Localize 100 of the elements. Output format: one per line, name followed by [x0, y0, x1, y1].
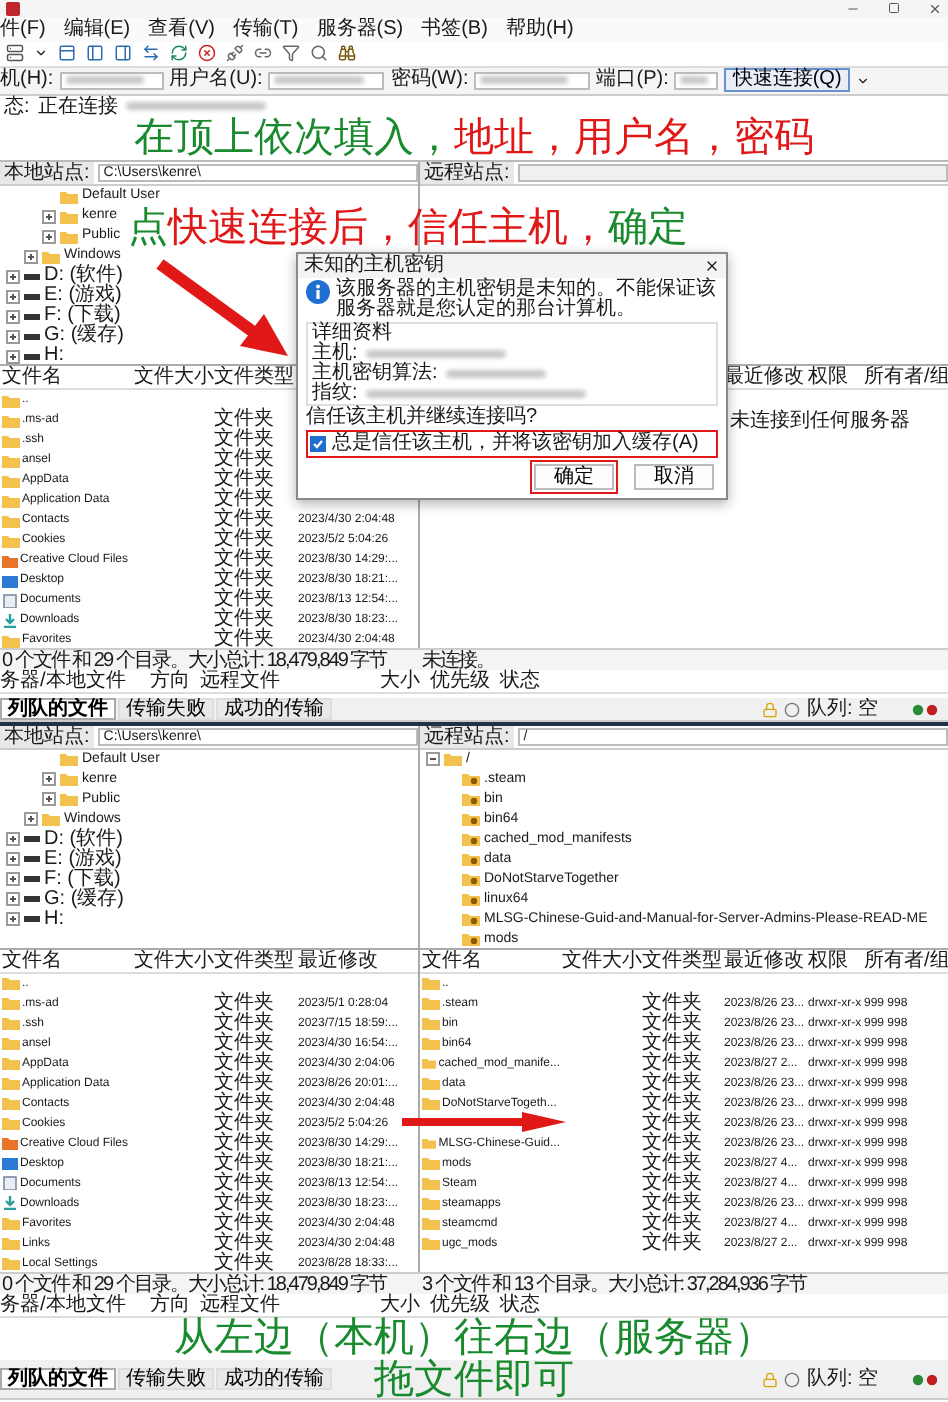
expand-icon[interactable] — [6, 289, 20, 304]
site-label: 远程站点: — [420, 162, 514, 185]
file-type: 文件夹 — [640, 1093, 704, 1114]
maximize-icon[interactable] — [888, 2, 900, 15]
menu-item[interactable]: 服务器(S) — [316, 17, 404, 42]
file-type: 文件夹 — [212, 1113, 276, 1134]
menu-item[interactable]: 编辑(E) — [63, 17, 131, 42]
panel-icon[interactable] — [58, 44, 76, 63]
caret-icon[interactable] — [855, 73, 870, 88]
menu-item[interactable]: 查看(V) — [148, 17, 215, 42]
disconnect-icon[interactable] — [226, 44, 244, 63]
field-label: 密码(W): — [390, 68, 469, 93]
server-icon[interactable] — [6, 44, 24, 63]
column-header[interactable]: 状态 — [500, 1293, 948, 1316]
unknown-folder-icon — [462, 912, 480, 927]
tree-item[interactable]: F: (下载) — [44, 869, 121, 890]
column-header[interactable]: 务器/本地文件 — [0, 1293, 150, 1316]
column-header[interactable]: 远程文件 — [200, 670, 380, 693]
expand-icon[interactable] — [6, 309, 20, 324]
menu-item[interactable]: 件(F) — [0, 17, 46, 42]
tree-item[interactable]: D: (软件) — [44, 829, 123, 850]
tab[interactable]: 成功的传输 — [216, 1368, 332, 1390]
document-icon — [2, 1176, 18, 1191]
path-field[interactable] — [517, 164, 948, 183]
search-icon[interactable] — [310, 44, 328, 63]
expand-icon[interactable] — [6, 329, 20, 344]
column-header[interactable]: 优先级 — [430, 670, 500, 693]
refresh-icon[interactable] — [170, 44, 188, 63]
checkbox-label[interactable]: 总是信任该主机，并将该密钥加入缓存(A) — [332, 434, 699, 454]
cancel-icon[interactable] — [198, 44, 216, 63]
redacted-value — [365, 350, 506, 358]
binoculars-icon[interactable] — [338, 44, 356, 63]
column-header[interactable]: 大小 — [380, 670, 430, 693]
column-header[interactable]: 优先级 — [430, 1293, 500, 1316]
close-icon[interactable] — [928, 1, 942, 16]
tab[interactable]: 传输失败 — [118, 698, 214, 720]
expand-icon[interactable] — [6, 832, 20, 847]
menu-item[interactable]: 书签(B) — [421, 17, 488, 42]
expand-icon[interactable] — [42, 792, 56, 807]
column-header[interactable]: 权限 — [806, 949, 862, 972]
expand-icon[interactable] — [24, 812, 38, 827]
column-header[interactable]: 大小 — [380, 1293, 430, 1316]
file-type: 文件夹 — [212, 1053, 276, 1074]
expand-icon[interactable] — [6, 912, 20, 927]
checkbox[interactable] — [310, 436, 326, 452]
column-header[interactable]: 方向 — [150, 670, 200, 693]
expand-icon[interactable] — [24, 249, 38, 264]
column-header[interactable]: 务器/本地文件 — [0, 670, 150, 693]
expand-icon[interactable] — [6, 269, 20, 284]
dialog-button[interactable]: 取消 — [634, 464, 714, 490]
tree-item[interactable]: H: — [44, 346, 64, 365]
collapse-icon[interactable] — [426, 752, 440, 767]
column-header[interactable]: 权限 — [806, 366, 862, 389]
tree-item[interactable]: E: (游戏) — [44, 849, 122, 870]
tree-item[interactable]: H: — [44, 909, 64, 930]
column-header[interactable]: 远程文件 — [200, 1293, 380, 1316]
expand-icon[interactable] — [42, 229, 56, 244]
expand-icon[interactable] — [6, 872, 20, 887]
site-label: 远程站点: — [420, 725, 514, 748]
status-lights-icon — [912, 1373, 940, 1385]
lock-icon — [762, 701, 779, 717]
field-label: 机(H): — [0, 68, 54, 93]
panel-icon[interactable] — [114, 44, 132, 63]
tab[interactable]: 传输失败 — [118, 1368, 214, 1390]
expand-icon[interactable] — [42, 772, 56, 787]
input-field[interactable] — [268, 71, 385, 90]
expand-icon[interactable] — [6, 852, 20, 867]
quickconnect-button[interactable]: 快速连接(Q) — [724, 68, 850, 93]
site-label: 本地站点: — [0, 162, 94, 185]
filter-icon[interactable] — [282, 44, 300, 63]
panel-icon[interactable] — [86, 44, 104, 63]
tab[interactable]: 成功的传输 — [216, 698, 332, 720]
column-header[interactable]: 状态 — [500, 670, 948, 693]
tree-item[interactable]: D: (软件) — [44, 266, 123, 287]
expand-icon[interactable] — [6, 349, 20, 364]
input-field[interactable] — [474, 71, 591, 90]
tree-item[interactable]: F: (下载) — [44, 306, 121, 327]
tree-item[interactable]: G: (缓存) — [44, 326, 124, 347]
tab[interactable]: 列队的文件 — [0, 1368, 116, 1390]
column-header[interactable]: 方向 — [150, 1293, 200, 1316]
dialog-button[interactable]: 确定 — [534, 464, 614, 490]
pointer-arrow — [156, 259, 288, 356]
reconnect-icon[interactable] — [254, 44, 272, 63]
tree-item[interactable]: E: (游戏) — [44, 286, 122, 307]
menu-item[interactable]: 帮助(H) — [505, 17, 574, 42]
close-icon[interactable] — [704, 258, 720, 274]
tree-item[interactable]: G: (缓存) — [44, 889, 124, 910]
menu-item[interactable]: 传输(T) — [232, 17, 299, 42]
input-field[interactable] — [59, 71, 164, 90]
column-header[interactable]: 最近修改 — [722, 949, 806, 972]
app-icon — [6, 1, 20, 16]
input-field[interactable] — [674, 71, 719, 90]
dialog-title: 未知的主机密钥 — [304, 256, 444, 276]
file-type: 文件夹 — [212, 993, 276, 1014]
file-type: 文件夹 — [640, 1133, 704, 1154]
expand-icon[interactable] — [6, 892, 20, 907]
column-header[interactable]: 最近修改 — [296, 949, 418, 972]
caret-icon[interactable] — [34, 46, 48, 61]
transfer-icon[interactable] — [142, 44, 160, 63]
expand-icon[interactable] — [42, 209, 56, 224]
